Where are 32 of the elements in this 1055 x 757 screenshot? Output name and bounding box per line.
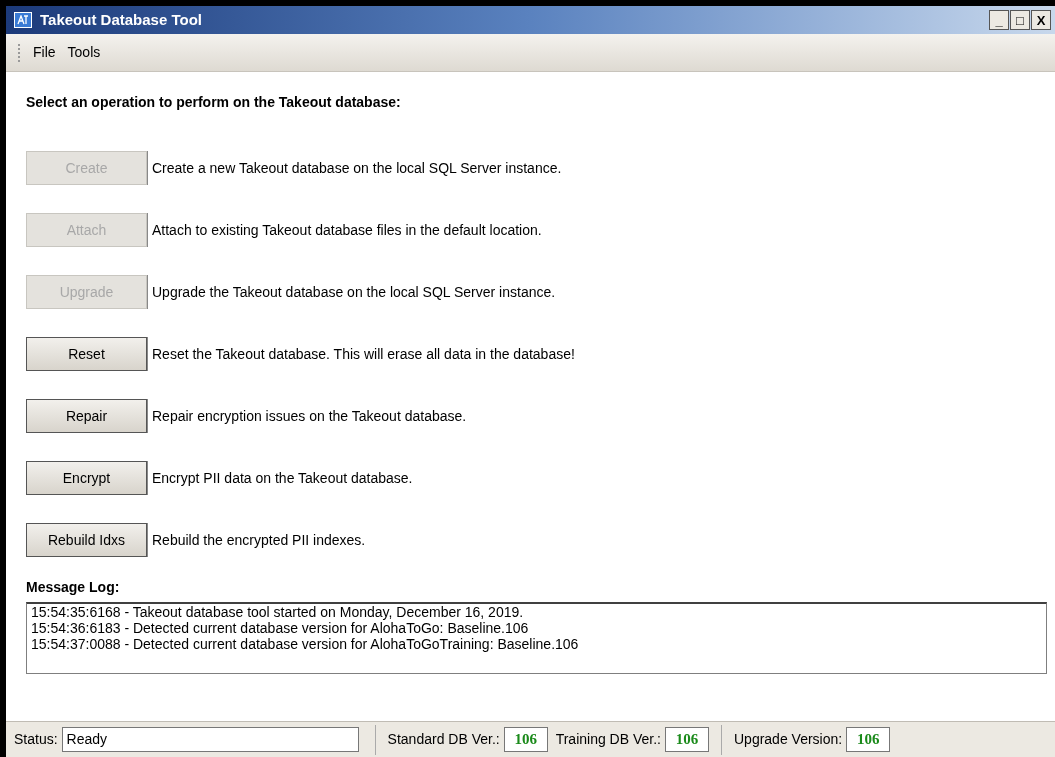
- toolbar-grip-icon: [18, 43, 21, 62]
- instruction-heading: Select an operation to perform on the Takeout database:: [26, 93, 402, 112]
- menu-item[interactable]: File: [33, 42, 56, 63]
- operation-description: Create a new Takeout database on the local SQL Server instance.: [152, 158, 562, 178]
- operation-button[interactable]: Reset: [26, 337, 147, 371]
- operation-description: Attach to existing Takeout database files in the default location.: [152, 220, 542, 240]
- menu-item[interactable]: Tools: [67, 42, 101, 63]
- operation-button[interactable]: Rebuild Idxs: [26, 523, 147, 557]
- operation-button[interactable]: Repair: [26, 399, 147, 433]
- operation-description: Repair encryption issues on the Takeout database.: [152, 406, 467, 426]
- version-label: Standard DB Ver.:: [387, 730, 500, 749]
- operation-description: Upgrade the Takeout database on the local SQL Server instance.: [152, 282, 556, 302]
- version-label: Training DB Ver.:: [555, 730, 661, 749]
- log-line: 15:54:36:6183 - Detected current database version for AlohaToGo: Baseline.106: [31, 620, 530, 636]
- operation-description: Encrypt PII data on the Takeout database.: [152, 468, 413, 488]
- operation-description: Rebuild the encrypted PII indexes.: [152, 530, 366, 550]
- version-field: 106: [846, 727, 891, 752]
- operation-description: Reset the Takeout database. This will erase all data in the database!: [152, 344, 575, 364]
- status-field: Ready: [61, 727, 359, 752]
- window-title: Takeout Database Tool: [40, 9, 202, 30]
- message-log-label: Message Log:: [26, 578, 121, 597]
- version-field: 106: [503, 727, 548, 752]
- close-button[interactable]: X: [1031, 10, 1051, 30]
- log-line: 15:54:37:0088 - Detected current database version for AlohaToGoTraining: Baseline.106: [31, 636, 580, 652]
- app-icon: [14, 12, 32, 28]
- version-label: Upgrade Version:: [734, 730, 843, 749]
- status-label: Status:: [14, 730, 58, 749]
- minimize-button[interactable]: _: [989, 10, 1009, 30]
- operation-button[interactable]: Encrypt: [26, 461, 147, 495]
- log-line: 15:54:35:6168 - Takeout database tool started on Monday, December 16, 2019.: [31, 604, 525, 620]
- version-field: 106: [665, 727, 709, 752]
- maximize-button[interactable]: □: [1010, 10, 1030, 30]
